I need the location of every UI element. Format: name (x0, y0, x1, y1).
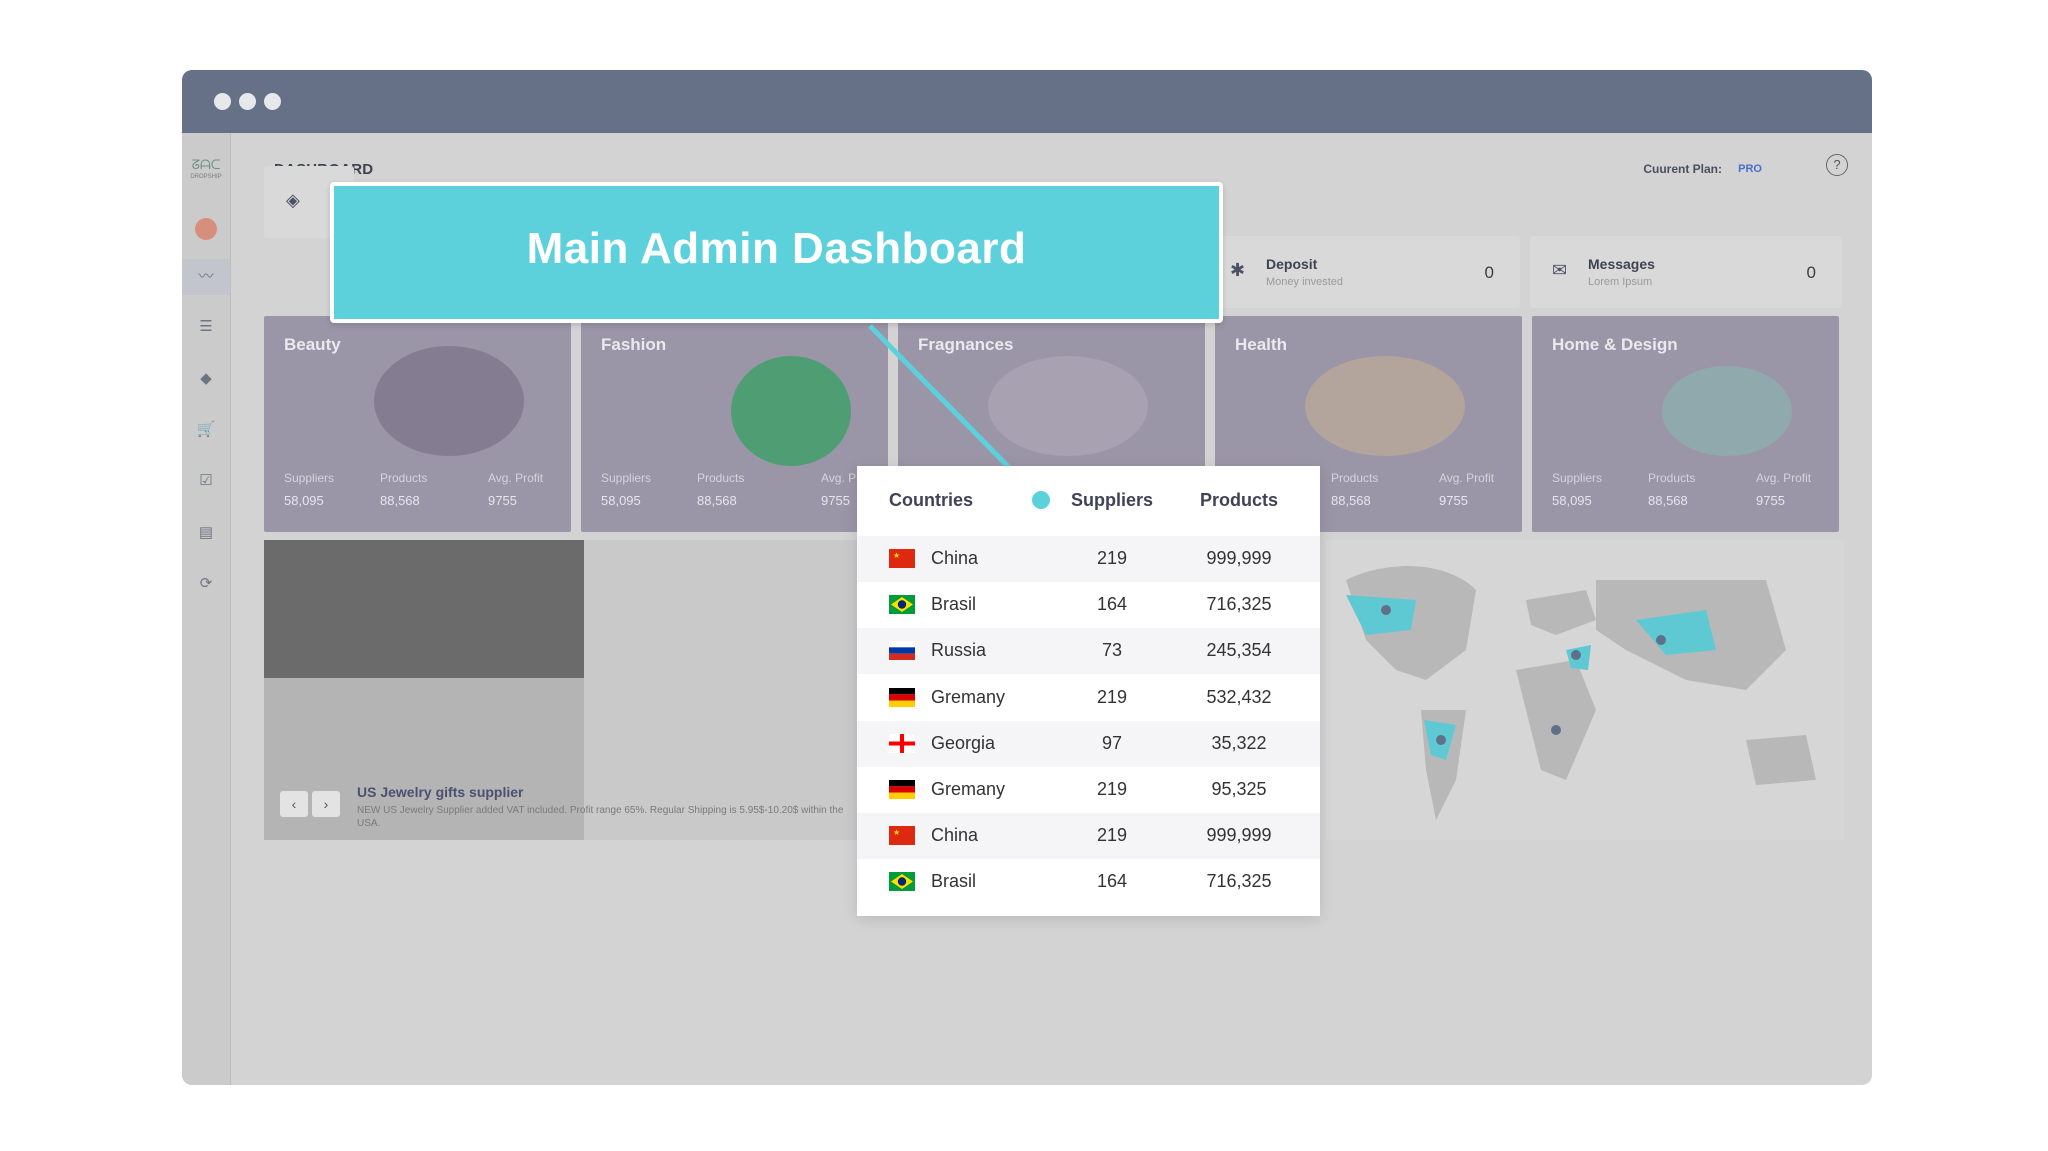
table-row[interactable]: Georgia 97 35,322 (857, 720, 1320, 767)
suppliers-count: 219 (1096, 548, 1128, 568)
russia-flag-icon (889, 641, 915, 661)
table-row[interactable]: ★ China 219 999,999 (857, 813, 1320, 860)
china-flag-icon: ★ (889, 549, 915, 568)
country-name: Brasil (931, 594, 977, 615)
suppliers-count: 219 (1096, 779, 1128, 799)
products-count: 532,432 (1206, 686, 1272, 707)
products-count: 999,999 (1206, 825, 1272, 846)
germany-flag-icon (889, 780, 915, 799)
brasil-flag-icon (889, 872, 915, 892)
svg-text:★: ★ (893, 828, 900, 837)
country-name: Gremany (931, 686, 1006, 707)
suppliers-count: 219 (1096, 825, 1128, 846)
products-count: 95,325 (1211, 779, 1267, 799)
table-row[interactable]: Brasil 164 716,325 (857, 859, 1320, 905)
germany-flag-icon (889, 687, 915, 707)
header-suppliers[interactable]: Suppliers (1057, 490, 1167, 511)
svg-text:★: ★ (893, 551, 900, 560)
country-name: Gremany (931, 779, 1006, 799)
table-row[interactable]: Gremany 219 95,325 (857, 767, 1320, 813)
header-countries[interactable]: Countries (889, 490, 973, 511)
table-row[interactable]: ★ China 219 999,999 (857, 536, 1320, 582)
callout-pointer-dot (1032, 491, 1050, 509)
country-name: Georgia (931, 732, 996, 753)
products-count: 999,999 (1206, 548, 1272, 568)
china-flag-icon: ★ (889, 826, 915, 846)
table-row[interactable]: Russia 73 245,354 (857, 628, 1320, 675)
products-count: 245,354 (1206, 640, 1272, 661)
countries-table: Countries Suppliers Products ★ China 219 99… (857, 466, 1320, 916)
products-count: 716,325 (1206, 871, 1272, 892)
georgia-flag-icon (889, 733, 915, 753)
country-name: Russia (931, 640, 987, 661)
suppliers-count: 164 (1096, 871, 1128, 892)
suppliers-count: 164 (1096, 594, 1128, 615)
table-row[interactable]: Gremany 219 532,432 (857, 675, 1320, 721)
products-count: 716,325 (1206, 594, 1272, 615)
table-row[interactable]: Brasil 164 716,325 (857, 582, 1320, 628)
brasil-flag-icon (889, 595, 915, 615)
country-name: Brasil (931, 871, 977, 892)
country-name: China (931, 825, 979, 846)
products-count: 35,322 (1211, 732, 1267, 753)
header-products[interactable]: Products (1179, 490, 1299, 511)
suppliers-count: 73 (1101, 640, 1123, 661)
suppliers-count: 219 (1096, 686, 1128, 707)
country-name: China (931, 548, 979, 568)
suppliers-count: 97 (1101, 732, 1123, 753)
